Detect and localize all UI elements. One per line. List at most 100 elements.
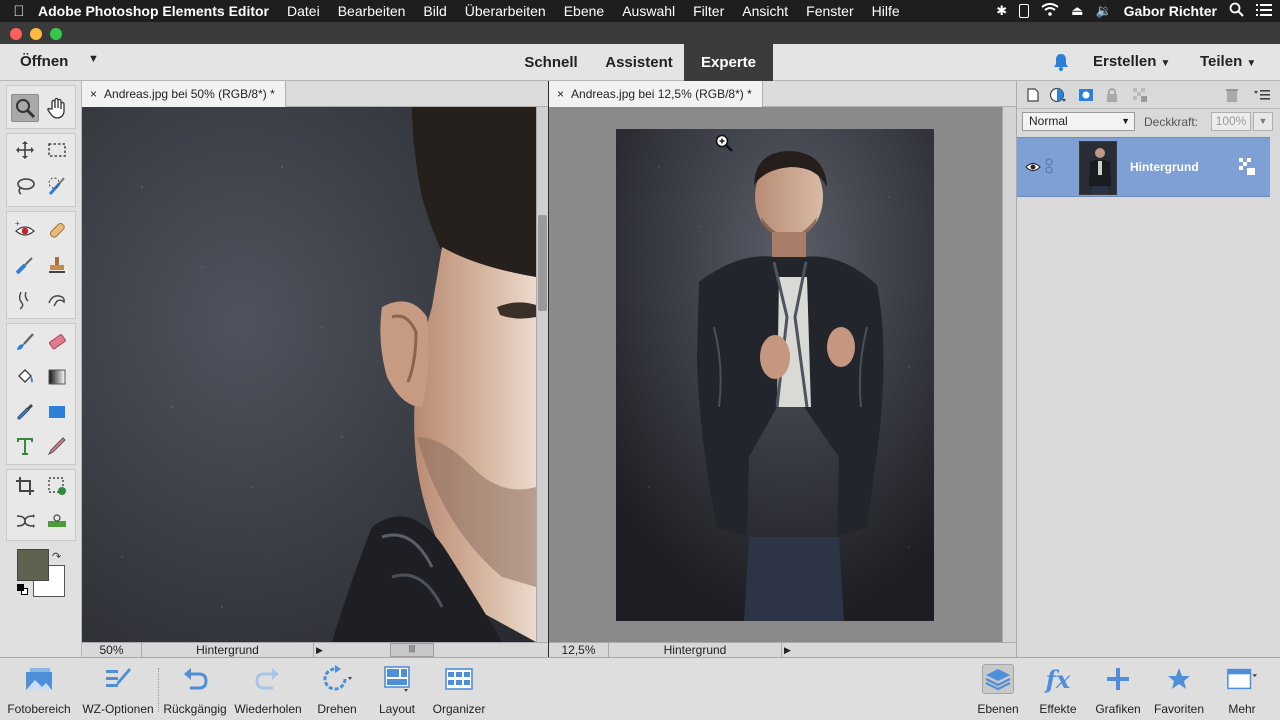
redo-button[interactable]: Wiederholen	[230, 658, 306, 720]
tab-schnell[interactable]: Schnell	[512, 44, 590, 81]
clone-stamp-icon[interactable]	[43, 251, 71, 279]
zoom-tool-icon[interactable]	[11, 94, 39, 122]
hand-tool-icon[interactable]	[43, 94, 71, 122]
apple-logo-icon[interactable]: 	[0, 3, 38, 20]
lock-transparency-icon[interactable]	[1132, 87, 1148, 103]
menu-ebene[interactable]: Ebene	[564, 3, 604, 19]
straighten-tool-icon[interactable]	[43, 507, 71, 535]
scrollbar-thumb-1[interactable]	[538, 215, 547, 311]
smudge-tool-icon[interactable]	[43, 286, 71, 314]
paint-bucket-icon[interactable]	[11, 363, 39, 391]
document-tab-title: Andreas.jpg bei 12,5% (RGB/8*) *	[571, 87, 752, 101]
pencil-tool-icon[interactable]	[43, 432, 71, 460]
lasso-tool-icon[interactable]	[11, 172, 39, 200]
minimize-window-icon[interactable]	[30, 28, 42, 40]
vertical-scrollbar-2[interactable]	[1002, 107, 1016, 642]
default-colors-icon[interactable]	[17, 584, 29, 596]
content-aware-move-icon[interactable]	[11, 507, 39, 535]
blend-mode-select[interactable]: Normal ▼	[1022, 112, 1135, 131]
marquee-tool-icon[interactable]	[43, 136, 71, 164]
gradient-tool-icon[interactable]	[43, 363, 71, 391]
opacity-field[interactable]: 100%	[1211, 112, 1251, 131]
delete-layer-icon[interactable]	[1224, 87, 1240, 103]
tool-options-button[interactable]: WZ-Optionen	[78, 658, 158, 720]
document-tab-2[interactable]: × Andreas.jpg bei 12,5% (RGB/8*) *	[549, 81, 763, 107]
blur-tool-icon[interactable]	[11, 286, 39, 314]
close-window-icon[interactable]	[10, 28, 22, 40]
notification-bell-icon[interactable]	[1051, 52, 1071, 72]
maximize-window-icon[interactable]	[50, 28, 62, 40]
status-menu-arrow-icon[interactable]: ▶	[784, 645, 791, 656]
lock-all-icon[interactable]	[1104, 87, 1120, 103]
menu-datei[interactable]: Datei	[287, 3, 320, 19]
menu-filter[interactable]: Filter	[693, 3, 724, 19]
close-tab-icon[interactable]: ×	[557, 87, 564, 101]
layer-row[interactable]: Hintergrund	[1017, 137, 1270, 197]
menu-ueberarbeiten[interactable]: Überarbeiten	[465, 3, 546, 19]
close-tab-icon[interactable]: ×	[90, 87, 97, 101]
swap-colors-icon[interactable]: ↷	[52, 550, 61, 563]
status-menu-arrow-icon[interactable]: ▶	[316, 645, 323, 656]
zoom-level-2[interactable]: 12,5%	[549, 643, 609, 658]
app-menu[interactable]: Adobe Photoshop Elements Editor	[38, 3, 269, 19]
create-button[interactable]: Erstellen ▼	[1093, 53, 1170, 70]
new-layer-icon[interactable]	[1025, 87, 1041, 103]
spot-healing-icon[interactable]	[43, 216, 71, 244]
user-name[interactable]: Gabor Richter	[1124, 3, 1217, 19]
tab-experte[interactable]: Experte	[684, 44, 773, 81]
vertical-scrollbar-1[interactable]	[536, 107, 548, 642]
eject-icon[interactable]: ⏏	[1071, 3, 1083, 19]
photo-bin-button[interactable]: Fotobereich	[0, 658, 78, 720]
share-button[interactable]: Teilen ▼	[1200, 53, 1256, 70]
smart-brush-icon[interactable]	[11, 251, 39, 279]
layer-mask-icon[interactable]	[1078, 87, 1094, 103]
layer-name[interactable]: Hintergrund	[1130, 160, 1199, 174]
graphics-button[interactable]: Grafiken	[1090, 658, 1146, 720]
layer-visibility-eye-icon[interactable]	[1025, 160, 1041, 178]
undo-button[interactable]: Rückgängig	[160, 658, 230, 720]
menu-hilfe[interactable]: Hilfe	[872, 3, 900, 19]
spotlight-search-icon[interactable]	[1229, 2, 1244, 20]
wifi-icon[interactable]	[1041, 3, 1059, 19]
layers-panel-button[interactable]: Ebenen	[968, 658, 1028, 720]
brush-tool-icon[interactable]	[11, 328, 39, 356]
eyedropper-icon[interactable]	[11, 398, 39, 426]
favorites-button[interactable]: Favoriten	[1148, 658, 1210, 720]
open-button[interactable]: Öffnen	[20, 53, 68, 70]
layer-link-icon[interactable]	[1045, 158, 1053, 179]
move-tool-icon[interactable]	[11, 136, 39, 164]
document-canvas-2[interactable]	[549, 107, 1002, 642]
document-tab-1[interactable]: × Andreas.jpg bei 50% (RGB/8*) *	[82, 81, 286, 107]
zoom-level-1[interactable]: 50%	[82, 643, 142, 658]
battery-icon[interactable]	[1019, 4, 1030, 18]
horizontal-scroll-grip[interactable]: |||	[390, 643, 434, 657]
quick-selection-icon[interactable]	[43, 172, 71, 200]
type-tool-icon[interactable]	[11, 432, 39, 460]
more-button[interactable]: Mehr	[1212, 658, 1272, 720]
effects-button[interactable]: fx Effekte	[1030, 658, 1086, 720]
layout-button[interactable]: Layout	[368, 658, 426, 720]
menu-bild[interactable]: Bild	[423, 3, 446, 19]
menu-ansicht[interactable]: Ansicht	[742, 3, 788, 19]
bluetooth-icon[interactable]: ✱	[996, 3, 1007, 19]
menu-bearbeiten[interactable]: Bearbeiten	[338, 3, 406, 19]
layers-icon	[982, 664, 1014, 694]
open-dropdown-chevron-icon[interactable]: ▼	[88, 53, 99, 65]
red-eye-icon[interactable]: +	[11, 216, 39, 244]
adjustment-layer-icon[interactable]	[1049, 87, 1066, 103]
notification-list-icon[interactable]	[1256, 3, 1272, 19]
panel-menu-icon[interactable]	[1253, 87, 1270, 103]
rectangle-shape-icon[interactable]	[43, 398, 71, 426]
menu-fenster[interactable]: Fenster	[806, 3, 853, 19]
foreground-color-swatch[interactable]	[17, 549, 49, 581]
volume-icon[interactable]: 🔉	[1095, 3, 1111, 19]
eraser-tool-icon[interactable]	[43, 328, 71, 356]
opacity-dropdown-icon[interactable]: ▼	[1253, 112, 1273, 131]
document-canvas-1[interactable]	[82, 107, 536, 642]
menu-auswahl[interactable]: Auswahl	[622, 3, 675, 19]
recompose-tool-icon[interactable]	[43, 472, 71, 500]
organizer-button[interactable]: Organizer	[426, 658, 492, 720]
rotate-button[interactable]: Drehen	[306, 658, 368, 720]
tab-assistent[interactable]: Assistent	[596, 44, 682, 81]
crop-tool-icon[interactable]	[11, 472, 39, 500]
